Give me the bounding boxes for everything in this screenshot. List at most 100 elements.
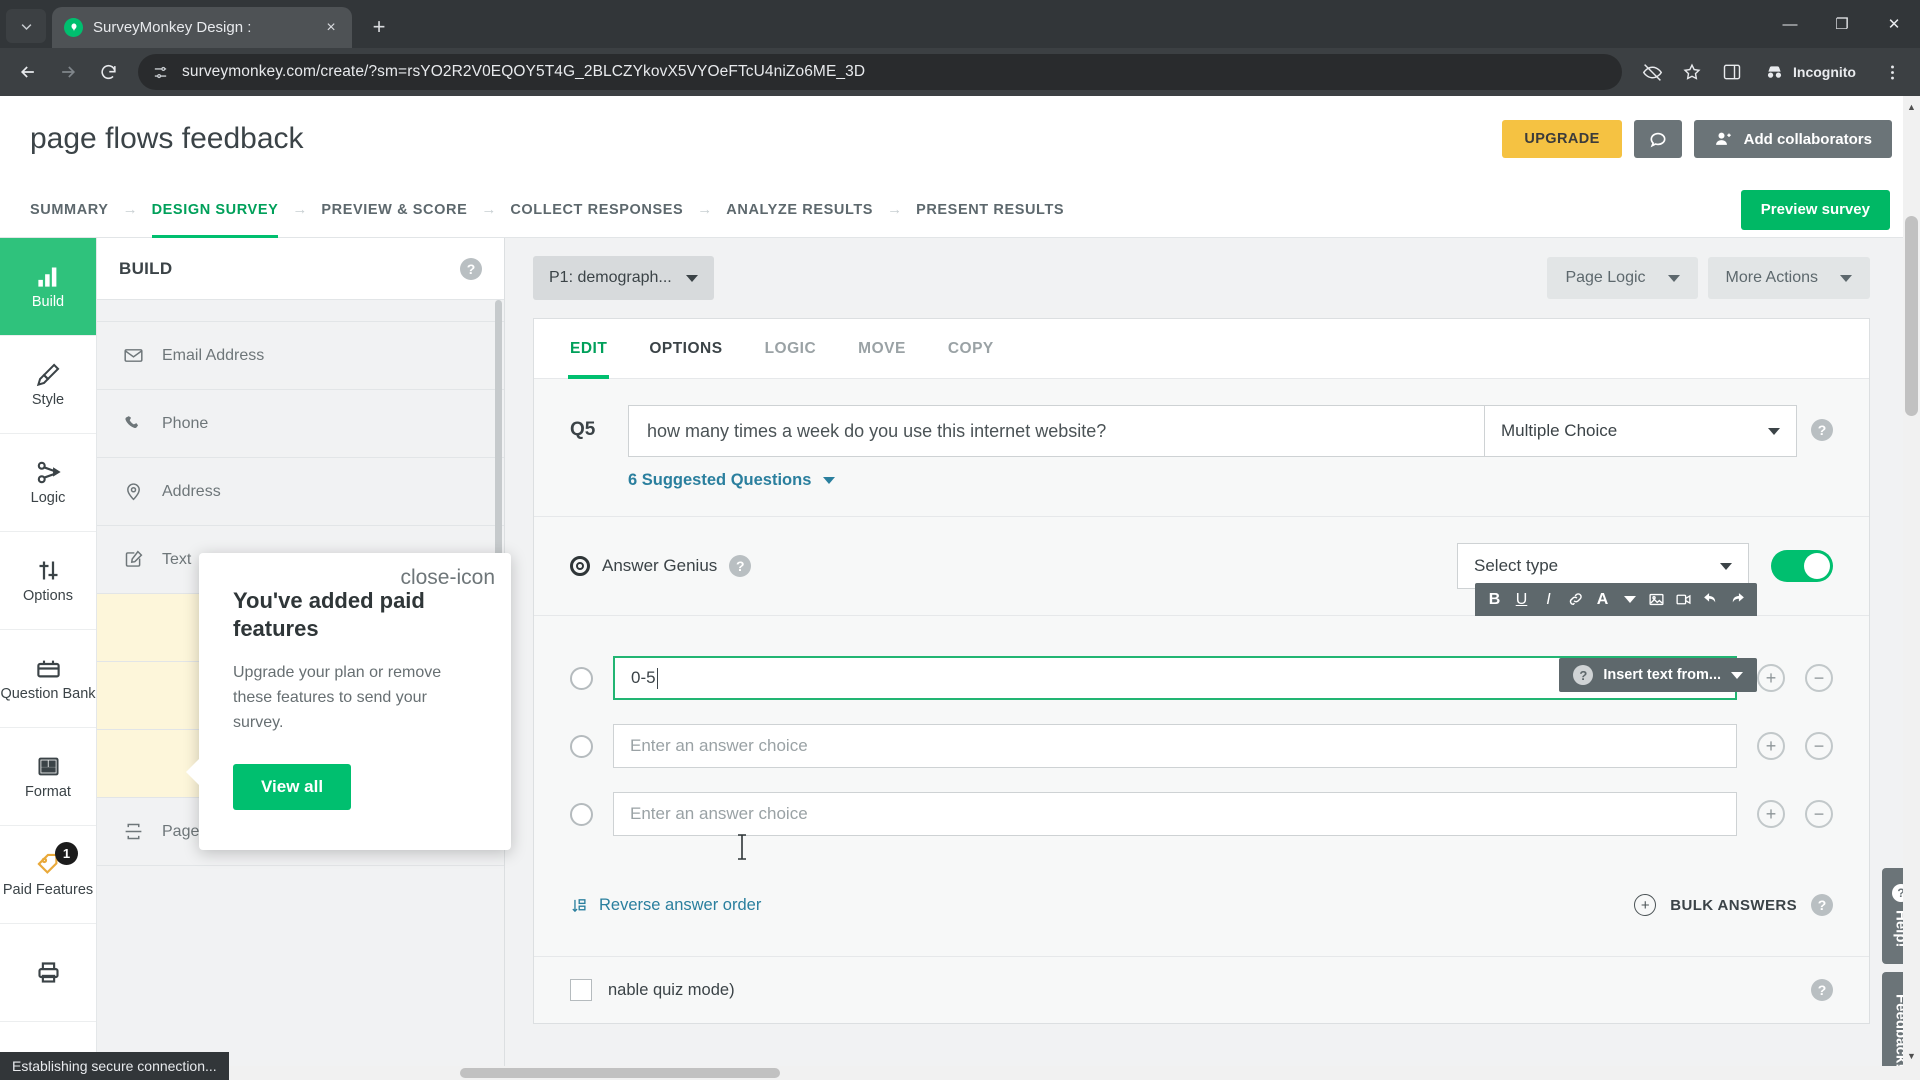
incognito-profile-button[interactable]: Incognito (1754, 56, 1870, 88)
plus-circle-icon[interactable]: + (1757, 732, 1785, 760)
sidebar-item-paid-features[interactable]: 1 Paid Features (0, 826, 96, 924)
sidebar-item-print[interactable] (0, 924, 96, 1022)
build-item-address[interactable]: Address (97, 458, 504, 526)
reverse-answer-order-button[interactable]: Reverse answer order (570, 896, 761, 915)
printer-icon (37, 962, 59, 983)
answer-genius-help-icon[interactable]: ? (729, 555, 752, 577)
sidebar-item-question-bank[interactable]: Question Bank (0, 630, 96, 728)
minus-circle-icon[interactable]: − (1805, 800, 1833, 828)
sidebar-item-format[interactable]: Format (0, 728, 96, 826)
answer-radio-icon[interactable] (570, 734, 593, 758)
undo-icon[interactable] (1697, 583, 1724, 616)
build-item-email-address[interactable]: Email Address (97, 322, 504, 390)
build-item-phone[interactable]: Phone (97, 390, 504, 458)
tab-logic[interactable]: LOGIC (765, 319, 817, 379)
plus-circle-icon[interactable]: + (1757, 664, 1785, 692)
tab-options[interactable]: OPTIONS (649, 319, 722, 379)
window-close-icon[interactable]: ✕ (1868, 0, 1920, 48)
text-color-dropdown-icon[interactable] (1616, 583, 1643, 616)
text-cursor-icon (738, 834, 746, 860)
side-panel-icon[interactable] (1714, 54, 1750, 90)
sidebar-item-logic[interactable]: Logic (0, 434, 96, 532)
text-color-icon[interactable]: A (1589, 583, 1616, 616)
answer-genius-toggle[interactable] (1771, 550, 1833, 582)
back-icon[interactable] (10, 54, 46, 90)
build-item-label: Text (162, 550, 192, 568)
bulk-answers-button[interactable]: + BULK ANSWERS ? (1634, 894, 1833, 916)
scroll-down-icon[interactable]: ▼ (1903, 1047, 1920, 1064)
list-item[interactable] (97, 300, 504, 322)
tracking-protection-icon[interactable] (1634, 54, 1670, 90)
address-bar-url: surveymonkey.com/create/?sm=rsYO2R2V0EQO… (182, 63, 866, 80)
question-mark-icon[interactable]: ? (460, 257, 482, 280)
nav-preview-score[interactable]: PREVIEW & SCORE (321, 182, 467, 238)
minimize-icon[interactable]: — (1764, 0, 1816, 48)
view-all-button[interactable]: View all (233, 763, 352, 810)
answer-choice-input-3[interactable]: Enter an answer choice (613, 792, 1737, 836)
site-settings-icon[interactable] (150, 62, 170, 82)
add-collaborators-button[interactable]: Add collaborators (1693, 120, 1892, 158)
canvas-toolbar-right: Page Logic More Actions (1547, 257, 1870, 299)
chevron-down-icon (1840, 274, 1852, 282)
nav-collect-responses[interactable]: COLLECT RESPONSES (510, 182, 683, 238)
suggested-questions-toggle[interactable]: 6 Suggested Questions (534, 457, 1869, 517)
answer-radio-icon[interactable] (570, 802, 593, 826)
maximize-icon[interactable]: ❐ (1816, 0, 1868, 48)
tab-edit[interactable]: EDIT (567, 319, 610, 379)
bold-icon[interactable]: B (1481, 583, 1508, 616)
close-icon[interactable]: close-icon (400, 567, 495, 588)
page-title[interactable]: page flows feedback (30, 122, 304, 156)
scrollbar-thumb[interactable] (1905, 216, 1918, 416)
bulk-answers-help-icon[interactable]: ? (1811, 894, 1833, 916)
scroll-up-icon[interactable]: ▲ (1903, 98, 1920, 115)
address-bar[interactable]: surveymonkey.com/create/?sm=rsYO2R2V0EQO… (138, 54, 1622, 90)
answer-radio-icon[interactable] (570, 666, 593, 690)
more-actions-button[interactable]: More Actions (1707, 257, 1870, 299)
horizontal-scrollbar-thumb[interactable] (460, 1068, 780, 1078)
question-help-icon[interactable]: ? (1811, 419, 1833, 441)
close-icon[interactable]: × (320, 17, 342, 39)
preview-survey-button[interactable]: Preview survey (1740, 189, 1890, 230)
sidebar-item-style[interactable]: Style (0, 336, 96, 434)
link-icon[interactable] (1562, 583, 1589, 616)
chrome-menu-icon[interactable] (1874, 54, 1910, 90)
horizontal-scrollbar[interactable] (0, 1066, 1920, 1080)
tab-copy[interactable]: COPY (948, 319, 994, 379)
tab-search-icon[interactable] (6, 9, 46, 43)
sidebar-item-build[interactable]: Build (0, 238, 96, 336)
quiz-mode-row: nable quiz mode) ? (534, 956, 1869, 1023)
page-scrollbar[interactable]: ▲ ▼ (1903, 96, 1920, 1080)
nav-present-results[interactable]: PRESENT RESULTS (916, 182, 1064, 238)
redo-icon[interactable] (1724, 583, 1751, 616)
page-logic-button[interactable]: Page Logic (1547, 257, 1698, 299)
insert-video-icon[interactable] (1670, 583, 1697, 616)
answer-choice-input-2[interactable]: Enter an answer choice (613, 724, 1737, 768)
comment-button[interactable] (1633, 120, 1682, 158)
reload-icon[interactable] (90, 54, 126, 90)
quiz-mode-checkbox[interactable] (570, 979, 592, 1001)
plus-circle-icon[interactable]: + (1757, 800, 1785, 828)
nav-arrow: → (292, 201, 308, 218)
forward-icon[interactable] (50, 54, 86, 90)
nav-design-survey[interactable]: DESIGN SURVEY (151, 182, 279, 238)
minus-circle-icon[interactable]: − (1805, 732, 1833, 760)
sidebar-item-label: Options (23, 587, 73, 604)
underline-icon[interactable]: U (1508, 583, 1535, 616)
page-selector-dropdown[interactable]: P1: demograph... (533, 256, 714, 300)
sidebar-item-options[interactable]: Options (0, 532, 96, 630)
nav-analyze-results[interactable]: ANALYZE RESULTS (726, 182, 873, 238)
insert-text-from-button[interactable]: ? Insert text from... (1559, 658, 1757, 692)
minus-circle-icon[interactable]: − (1805, 664, 1833, 692)
question-text-input[interactable]: how many times a week do you use this in… (628, 405, 1485, 457)
question-type-select[interactable]: Multiple Choice (1485, 405, 1797, 457)
italic-icon[interactable]: I (1535, 583, 1562, 616)
tab-move[interactable]: MOVE (858, 319, 906, 379)
browser-tab[interactable]: SurveyMonkey Design : × (52, 7, 352, 48)
bookmark-star-icon[interactable] (1674, 54, 1710, 90)
quiz-mode-help-icon[interactable]: ? (1811, 979, 1833, 1001)
insert-image-icon[interactable] (1643, 583, 1670, 616)
new-tab-button[interactable]: + (362, 10, 396, 44)
nav-summary[interactable]: SUMMARY (30, 182, 109, 238)
upgrade-button[interactable]: UPGRADE (1502, 120, 1622, 158)
chevron-down-icon (685, 274, 698, 282)
